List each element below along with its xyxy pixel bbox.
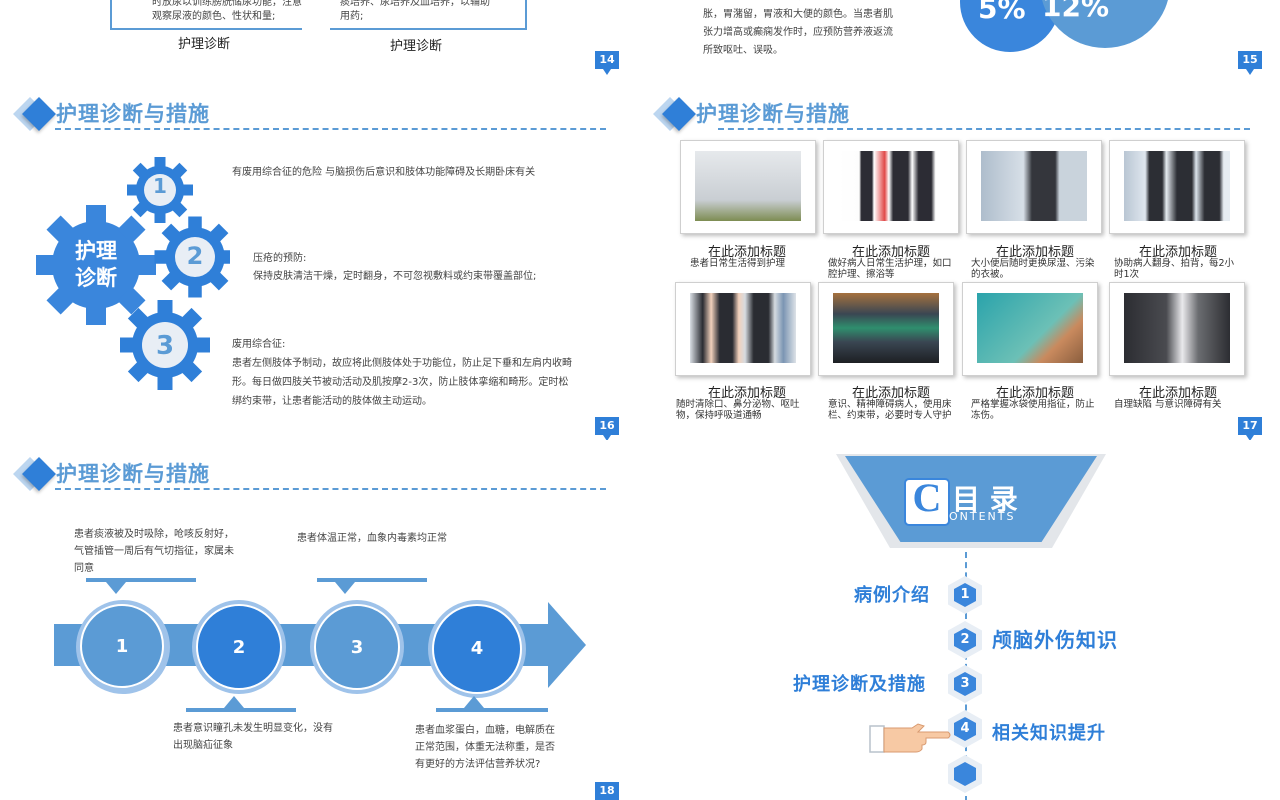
toc-item-2[interactable]: 颅脑外伤知识 [992, 624, 1118, 653]
toc-item-4[interactable]: 相关知识提升 [992, 719, 1106, 745]
pie-percent-1: 5% [978, 0, 1026, 25]
connector-top-1 [86, 578, 196, 582]
slide-14: 时放尿以训练膀胱储尿功能，注意观察尿液的颜色、性状和量; 护理诊断 痰培养、尿培… [0, 0, 640, 78]
section-title: 护理诊断与措施 [696, 102, 850, 126]
title-divider [55, 488, 606, 490]
diagnosis-item-3-body: 患者左侧肢体予制动，故应将此侧肢体处于功能位，防止足下垂和左肩内收畸形。每日做四… [232, 358, 572, 407]
connector-bottom-4 [436, 708, 548, 712]
card-2-desc: 做好病人日常生活护理，如口腔护理、擦浴等 [828, 258, 952, 280]
connector-top-3 [317, 578, 427, 582]
photo-card-6 [818, 282, 954, 376]
monitoring-screens-image [833, 293, 939, 363]
gears-team-image [695, 151, 801, 221]
title-divider [55, 128, 606, 130]
section-title: 护理诊断与措施 [56, 102, 210, 126]
page-number-16: 16 [595, 417, 619, 440]
timeline-note-2: 患者意识瞳孔未发生明显变化，没有出现脑疝征象 [173, 723, 333, 751]
thinking-man-image [981, 151, 1087, 221]
contents-logo-letter: C [912, 475, 942, 520]
businessman-presenting-image [1124, 293, 1230, 363]
card-5-desc: 随时清除口、鼻分泌物、呕吐物，保持呼吸道通畅 [676, 399, 800, 421]
slide14-right-text: 痰培养、尿培养及血培养，以辅助用药; [340, 0, 490, 22]
diagnosis-item-3-heading: 废用综合征: [232, 339, 286, 350]
section-title: 护理诊断与措施 [56, 462, 210, 486]
slide14-left-label: 护理诊断 [178, 37, 231, 52]
title-divider [718, 128, 1250, 130]
page-number-17: 17 [1238, 417, 1262, 440]
timeline-note-4: 患者血浆蛋白，血糖，电解质在正常范围，体重无法称重，是否有更好的方法评估营养状况… [415, 725, 555, 770]
diagnosis-item-2-body: 保持皮肤清洁干燥，定时翻身，不可忽视敷料或约束带覆盖部位; [253, 271, 537, 282]
toc-item-3[interactable]: 护理诊断及措施 [793, 670, 926, 696]
photo-card-7 [962, 282, 1098, 376]
pie-percent-2: 12% [1042, 0, 1110, 23]
toc-item-1[interactable]: 病例介绍 [854, 581, 930, 607]
timeline-circle-1-label: 1 [115, 636, 129, 657]
photo-card-4 [1109, 140, 1245, 234]
gear-center-line2: 诊断 [75, 266, 117, 290]
slide14-right-label: 护理诊断 [390, 39, 443, 54]
slide-17: 护理诊断与措施 在此添加标题 患者日常生活得到护理 在此添加标题 做好病人日常生… [640, 80, 1280, 440]
card-1-desc: 患者日常生活得到护理 [690, 258, 786, 269]
card-4-desc: 协助病人翻身、拍背，每2小时1次 [1114, 258, 1235, 280]
timeline-circle-2-label: 2 [232, 637, 246, 658]
photo-card-1 [680, 140, 816, 234]
contents-subheading: ONTENTS [949, 510, 1016, 523]
gear-2-label: 2 [186, 242, 204, 270]
card-7-desc: 严格掌握冰袋使用指征，防止冻伤。 [971, 399, 1095, 421]
connector-bottom-4-tip [464, 696, 484, 708]
connector-bottom-2-tip [224, 696, 244, 708]
business-team-image [838, 151, 944, 221]
card-3-desc: 大小便后随时更换尿湿、污染的衣被。 [971, 258, 1095, 280]
climber-image [977, 293, 1083, 363]
slide-19: C 目 录 ONTENTS 1 病例介绍 2 颅脑外伤知识 3 护理诊断及措施 … [640, 440, 1280, 800]
gear-center-line1: 护理 [75, 239, 117, 263]
slide15-text: 质），避免嘴手伸懒时，观察患者有无腹胀，胃潴留，胃液和大便的颜色。当患者肌张力增… [703, 0, 893, 56]
gear-center-label: 护理 诊断 [66, 238, 126, 292]
photo-card-2 [823, 140, 959, 234]
connector-top-3-tip [335, 582, 355, 594]
slide-15: 质），避免嘴手伸懒时，观察患者有无腹胀，胃潴留，胃液和大便的颜色。当患者肌张力增… [640, 0, 1280, 78]
connector-bottom-2 [186, 708, 296, 712]
photo-card-3 [966, 140, 1102, 234]
photo-card-5 [675, 282, 811, 376]
timeline-arrow-head [548, 602, 586, 688]
timeline-note-1: 患者痰液被及时吸除，呛咳反射好，气管插管一周后有气切指征，家属未同意 [74, 529, 234, 574]
card-8-desc: 自理缺陷 与意识障碍有关 [1114, 399, 1222, 410]
connector-top-1-tip [106, 582, 126, 594]
page-number-14: 14 [595, 51, 619, 75]
gear-1-label: 1 [153, 174, 167, 198]
pointing-hand-icon [869, 723, 951, 753]
timeline-note-3: 患者体温正常，血象内毒素均正常 [297, 533, 447, 544]
slide-16: 护理诊断与措施 护理 诊断 1 2 3 有废用综合征的危险 与脑损伤后意识和肢体… [0, 80, 640, 440]
page-number-15: 15 [1238, 51, 1262, 75]
diagnosis-item-2-heading: 压疮的预防: [253, 253, 307, 264]
slide-18: 护理诊断与措施 患者痰液被及时吸除，呛咳反射好，气管插管一周后有气切指征，家属未… [0, 440, 640, 800]
diagnosis-item-1: 有废用综合征的危险 与脑损伤后意识和肢体功能障碍及长期卧床有关 [232, 167, 536, 178]
card-6-desc: 意识、精神障碍病人，使用床栏、约束带，必要时专人守护 [828, 399, 952, 421]
thumbs-up-team-image [690, 293, 796, 363]
office-group-image [1124, 151, 1230, 221]
page-number-18: 18 [595, 782, 619, 800]
gear-diagram [36, 157, 230, 390]
timeline-circle-3-label: 3 [350, 637, 364, 658]
timeline-circle-4-label: 4 [470, 638, 484, 659]
gear-3-label: 3 [155, 331, 175, 361]
photo-card-8 [1109, 282, 1245, 376]
slide14-left-text: 时放尿以训练膀胱储尿功能，注意观察尿液的颜色、性状和量; [152, 0, 302, 22]
